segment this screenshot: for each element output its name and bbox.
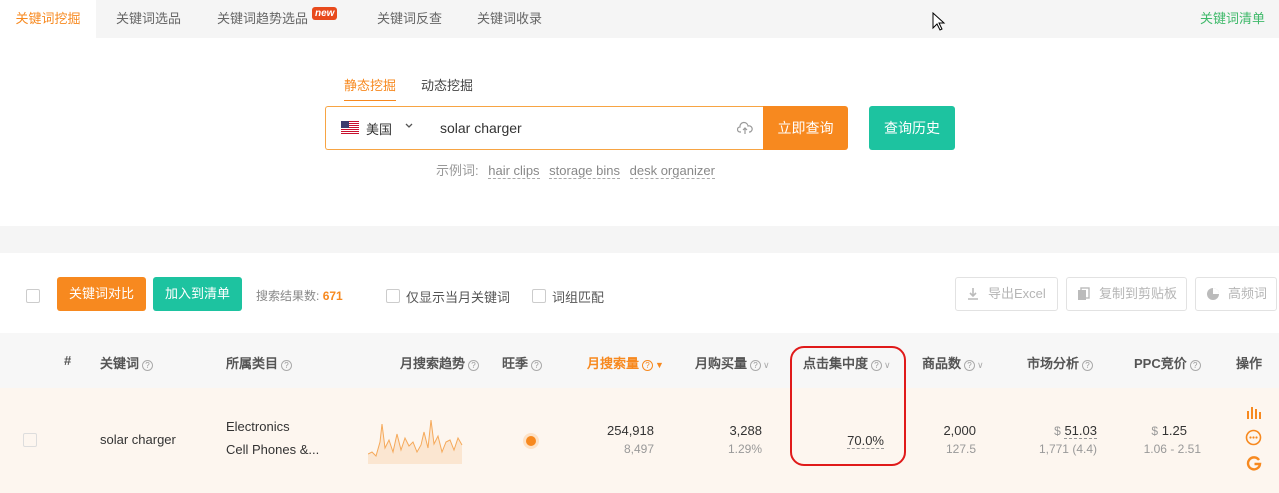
mode-active-underline — [344, 100, 396, 101]
phrase-match-label: 词组匹配 — [552, 290, 605, 305]
help-icon[interactable]: ? — [1189, 360, 1201, 371]
search-box: 美国 — [325, 106, 763, 150]
phrase-match-checkbox[interactable] — [532, 289, 546, 303]
tab-keyword-product-selection[interactable]: 关键词选品 — [116, 0, 181, 38]
market-reviews: 1,771 (4.4) — [1038, 442, 1097, 456]
help-icon[interactable]: ? — [1082, 360, 1094, 371]
search-panel: 静态挖掘 动态挖掘 美国 立即查询 查询历史 示例词: hair clips s… — [0, 38, 1279, 226]
example-keyword-link[interactable]: storage bins — [549, 163, 620, 179]
mouse-cursor-icon — [932, 12, 946, 31]
search-volume-value: 254,918 — [607, 423, 654, 438]
market-price-value[interactable]: $ 51.03 — [1000, 423, 1097, 439]
tab-keyword-mining[interactable]: 关键词挖掘 — [0, 0, 96, 38]
copy-to-clipboard-button[interactable]: 复制到剪贴板 — [1066, 277, 1187, 311]
help-icon[interactable]: ? — [281, 360, 293, 371]
highlight-annotation — [790, 346, 906, 466]
cloud-upload-icon[interactable] — [737, 121, 753, 135]
header-keyword[interactable]: 关键词? — [100, 353, 154, 372]
frequent-words-button[interactable]: 高频词 — [1195, 277, 1277, 311]
sort-icon[interactable]: ∨ — [977, 360, 984, 371]
result-count-value: 671 — [322, 289, 343, 303]
help-icon[interactable]: ? — [750, 360, 762, 371]
table-row[interactable]: solar charger Electronics Cell Phones &.… — [0, 388, 1279, 493]
query-history-button[interactable]: 查询历史 — [869, 106, 955, 150]
table-header: # 关键词? 所属类目? 月搜索趋势? 旺季? 月搜索量? ▼ 月购买量? ∨ 点击… — [0, 333, 1279, 388]
header-actions: 操作 — [1236, 356, 1263, 371]
search-submit-button[interactable]: 立即查询 — [763, 106, 848, 150]
header-category[interactable]: 所属类目? — [226, 353, 293, 372]
results-panel: 关键词对比 加入到清单 搜索结果数: 671 仅显示当月关键词 词组匹配 导出E… — [0, 253, 1279, 493]
ppc-value: $ 1.25 — [1151, 423, 1187, 438]
help-icon[interactable]: ? — [468, 360, 480, 371]
help-icon[interactable]: ? — [642, 360, 654, 371]
sort-desc-icon[interactable]: ▼ — [655, 360, 664, 370]
mode-static-mining[interactable]: 静态挖掘 — [344, 75, 396, 94]
product-count-value: 2,000 — [943, 423, 976, 438]
purchases-value: 3,288 — [729, 423, 762, 438]
category-secondary[interactable]: Cell Phones &... — [226, 442, 319, 457]
header-index: # — [64, 353, 72, 368]
header-season[interactable]: 旺季? — [502, 353, 543, 372]
help-icon[interactable]: ? — [531, 360, 543, 371]
select-all-checkbox[interactable] — [26, 289, 40, 303]
help-icon[interactable]: ? — [964, 360, 976, 371]
example-keyword-link[interactable]: hair clips — [488, 163, 540, 179]
current-month-label: 仅显示当月关键词 — [406, 290, 511, 305]
keyword-list-link[interactable]: 关键词清单 — [1200, 0, 1265, 38]
header-ppc[interactable]: PPC竞价? — [1134, 353, 1201, 372]
google-icon[interactable] — [1246, 455, 1262, 471]
header-products[interactable]: 商品数? ∨ — [922, 353, 984, 372]
export-excel-button[interactable]: 导出Excel — [955, 277, 1058, 311]
header-purchases[interactable]: 月购买量? ∨ — [695, 353, 770, 372]
header-search-volume[interactable]: 月搜索量? ▼ — [587, 353, 664, 372]
tab-keyword-trend-selection[interactable]: 关键词趋势选品 — [217, 0, 308, 38]
header-trend[interactable]: 月搜索趋势? — [400, 353, 480, 372]
example-keywords: 示例词: hair clips storage bins desk organi… — [436, 160, 715, 179]
mode-dynamic-mining[interactable]: 动态挖掘 — [421, 75, 473, 94]
search-input[interactable] — [440, 117, 720, 139]
header-market-analysis[interactable]: 市场分析? — [1027, 353, 1094, 372]
us-flag-icon — [341, 121, 359, 134]
result-count: 搜索结果数: 671 — [256, 289, 343, 303]
search-trend-sparkline[interactable] — [368, 412, 464, 464]
search-volume-daily: 8,497 — [623, 442, 654, 456]
purchases-rate: 1.29% — [727, 442, 762, 456]
tab-keyword-reverse-lookup[interactable]: 关键词反查 — [377, 0, 442, 38]
keyword-cell[interactable]: solar charger — [100, 432, 176, 447]
copy-icon — [1078, 287, 1090, 300]
new-badge: new — [312, 7, 338, 20]
sort-icon[interactable]: ∨ — [763, 360, 770, 371]
row-checkbox[interactable] — [23, 433, 37, 447]
keyword-compare-button[interactable]: 关键词对比 — [57, 277, 146, 311]
current-month-checkbox[interactable] — [386, 289, 400, 303]
country-selector[interactable]: 美国 — [366, 119, 392, 138]
peak-season-indicator[interactable] — [526, 436, 536, 446]
add-to-list-button[interactable]: 加入到清单 — [153, 277, 242, 311]
category-primary[interactable]: Electronics — [226, 419, 290, 434]
more-options-icon[interactable] — [1245, 429, 1262, 446]
top-tab-bar: 关键词挖掘 关键词选品 关键词趋势选品 new 关键词反查 关键词收录 关键词清… — [0, 0, 1279, 38]
examples-label: 示例词: — [436, 163, 479, 178]
ppc-range: 1.06 - 2.51 — [1143, 442, 1201, 456]
pie-chart-icon — [1207, 288, 1219, 300]
bar-chart-icon[interactable] — [1246, 405, 1262, 419]
example-keyword-link[interactable]: desk organizer — [629, 163, 715, 179]
product-count-ratio: 127.5 — [945, 442, 976, 456]
chevron-down-icon[interactable] — [404, 120, 414, 130]
download-icon — [968, 288, 978, 300]
tab-keyword-indexing[interactable]: 关键词收录 — [477, 0, 542, 38]
help-icon[interactable]: ? — [142, 360, 154, 371]
